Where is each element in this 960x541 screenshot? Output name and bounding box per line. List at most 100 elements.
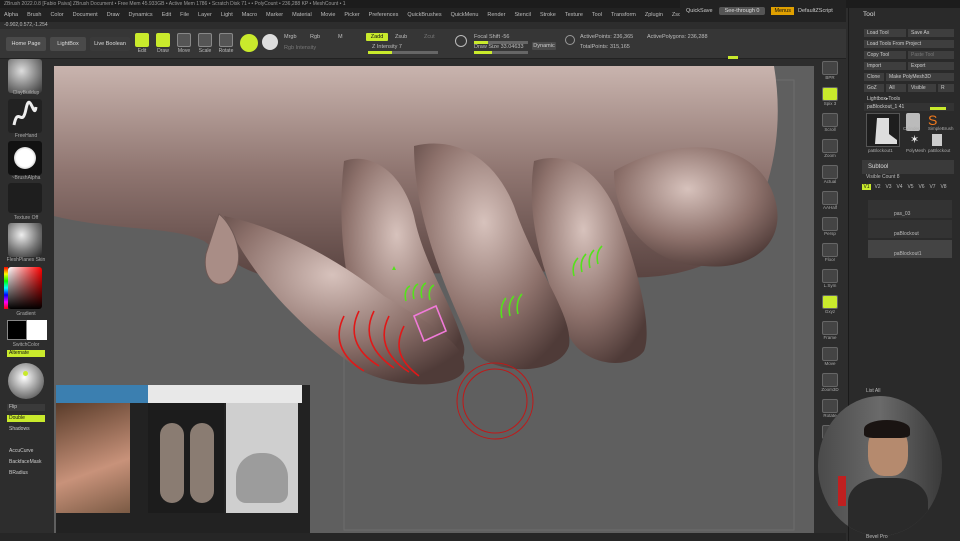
menu-item[interactable]: Dynamics: [129, 12, 153, 18]
texture-icon[interactable]: [8, 183, 42, 213]
menu-item[interactable]: Document: [73, 12, 98, 18]
menus-button[interactable]: Menus: [771, 7, 794, 15]
clone-button[interactable]: Clone: [864, 73, 884, 81]
seethrough-slider[interactable]: See-through 0: [718, 7, 766, 15]
visible-count-slider[interactable]: Visible Count 8: [866, 174, 900, 180]
focal-shift-slider[interactable]: Focal Shift -56: [474, 34, 509, 40]
flip-button[interactable]: Flip: [7, 404, 45, 411]
zadd-button[interactable]: Zadd: [366, 33, 388, 41]
menu-item[interactable]: Picker: [344, 12, 359, 18]
shelf-button[interactable]: AAHalf: [820, 191, 840, 215]
subtool-header[interactable]: Subtool: [862, 160, 954, 174]
dynamic-button[interactable]: Dynamic: [532, 42, 556, 50]
make-polymesh-button[interactable]: Make PolyMesh3D: [886, 73, 954, 81]
secondary-color-swatch[interactable]: [7, 320, 27, 340]
save-as-button[interactable]: Save As: [908, 29, 954, 37]
export-button[interactable]: Export: [908, 62, 954, 70]
menu-item[interactable]: QuickMenu: [451, 12, 479, 18]
menu-item[interactable]: Stroke: [540, 12, 556, 18]
r-button[interactable]: R: [938, 84, 954, 92]
lightbox-button[interactable]: LightBox: [50, 37, 86, 51]
all-button[interactable]: All: [886, 84, 906, 92]
shelf-button[interactable]: Spix 3: [820, 87, 840, 111]
accucurve-button[interactable]: AccuCurve: [7, 448, 45, 455]
home-page-button[interactable]: Home Page: [6, 37, 46, 51]
menu-item[interactable]: Brush: [27, 12, 41, 18]
backfacemask-button[interactable]: BackfaceMask: [7, 459, 45, 466]
lightbox-tools-button[interactable]: Lightbox▸Tools: [864, 95, 954, 103]
rgb-intensity-slider[interactable]: Rgb Intensity: [284, 45, 316, 51]
subtool-item-selected[interactable]: paBlockout1: [868, 240, 952, 258]
menu-item[interactable]: Color: [50, 12, 63, 18]
menu-item[interactable]: QuickBrushes: [407, 12, 441, 18]
zcut-button[interactable]: Zcut: [424, 34, 435, 40]
mrgb-button[interactable]: Mrgb: [284, 34, 297, 40]
shelf-button[interactable]: Move: [820, 347, 840, 371]
load-tool-button[interactable]: Load Tool: [864, 29, 906, 37]
draw-mode-button[interactable]: Draw: [154, 32, 172, 56]
load-tools-from-project-button[interactable]: Load Tools From Project: [864, 40, 954, 48]
primary-color-swatch[interactable]: [27, 320, 47, 340]
visibility-set-button[interactable]: V7: [928, 184, 937, 190]
visible-button[interactable]: Visible: [908, 84, 936, 92]
list-all-button[interactable]: List All: [866, 388, 880, 394]
visibility-set-button[interactable]: V2: [873, 184, 882, 190]
import-button[interactable]: Import: [864, 62, 906, 70]
menu-item[interactable]: Edit: [162, 12, 171, 18]
rgb-button[interactable]: Rgb: [310, 34, 320, 40]
live-boolean-button[interactable]: Live Boolean: [90, 37, 130, 51]
visibility-set-button[interactable]: V3: [884, 184, 893, 190]
goz-button[interactable]: GoZ: [864, 84, 884, 92]
shelf-button[interactable]: BPR: [820, 61, 840, 85]
visibility-set-button[interactable]: V8: [939, 184, 948, 190]
zsub-button[interactable]: Zsub: [395, 34, 407, 40]
shelf-button[interactable]: Floor: [820, 243, 840, 267]
z-intensity-track[interactable]: [368, 51, 438, 54]
shelf-button[interactable]: Gxyz: [820, 295, 840, 319]
visibility-set-button[interactable]: V1: [862, 184, 871, 190]
shadows-button[interactable]: Shadows: [7, 426, 45, 433]
menu-item[interactable]: Render: [487, 12, 505, 18]
material-icon[interactable]: [8, 223, 42, 257]
hue-bar[interactable]: [4, 267, 8, 309]
shelf-button[interactable]: Persp: [820, 217, 840, 241]
menu-item[interactable]: Texture: [565, 12, 583, 18]
shelf-button[interactable]: Actual: [820, 165, 840, 189]
shelf-button[interactable]: Frame: [820, 321, 840, 345]
m-button[interactable]: M: [338, 34, 343, 40]
alternate-button[interactable]: Alternate: [7, 350, 45, 357]
alpha-icon[interactable]: [8, 141, 42, 175]
shelf-button[interactable]: L.Sym: [820, 269, 840, 293]
polymesh-thumbnail-icon[interactable]: ✶: [910, 134, 919, 146]
menu-item[interactable]: Draw: [107, 12, 120, 18]
menu-item[interactable]: Preferences: [369, 12, 399, 18]
paste-tool-button[interactable]: Paste Tool: [908, 51, 954, 59]
double-button[interactable]: Double: [7, 415, 45, 422]
shelf-button[interactable]: Zoom3D: [820, 373, 840, 397]
menu-item[interactable]: Transform: [611, 12, 636, 18]
menu-item[interactable]: Alpha: [4, 12, 18, 18]
move-mode-button[interactable]: Move: [175, 32, 193, 56]
bradius-button[interactable]: BRadius: [7, 470, 45, 477]
gizmo-icon[interactable]: [262, 34, 278, 50]
material-sphere-icon[interactable]: [240, 34, 258, 52]
stroke-icon[interactable]: [8, 99, 42, 133]
rotate-mode-button[interactable]: Rotate: [217, 32, 235, 56]
z-intensity-slider[interactable]: Z Intensity 7: [372, 44, 402, 50]
subtool-item[interactable]: paBlockout: [868, 220, 952, 238]
visibility-set-button[interactable]: V5: [906, 184, 915, 190]
edit-mode-button[interactable]: Edit: [133, 32, 151, 56]
menu-item[interactable]: Layer: [198, 12, 212, 18]
menu-item[interactable]: Zplugin: [645, 12, 663, 18]
tool-thumbnail-paBlockout1[interactable]: [866, 113, 900, 147]
menu-item[interactable]: Movie: [321, 12, 336, 18]
menu-item[interactable]: Macro: [242, 12, 257, 18]
simplebrush-thumbnail-icon[interactable]: S: [928, 113, 937, 127]
shelf-button[interactable]: Scroll: [820, 113, 840, 137]
visibility-set-button[interactable]: V4: [895, 184, 904, 190]
color-picker[interactable]: [8, 267, 42, 309]
menu-item[interactable]: Stencil: [514, 12, 531, 18]
menu-item[interactable]: File: [180, 12, 189, 18]
draw-size-slider[interactable]: Draw Size 33.04633: [474, 44, 524, 50]
visibility-set-button[interactable]: V6: [917, 184, 926, 190]
